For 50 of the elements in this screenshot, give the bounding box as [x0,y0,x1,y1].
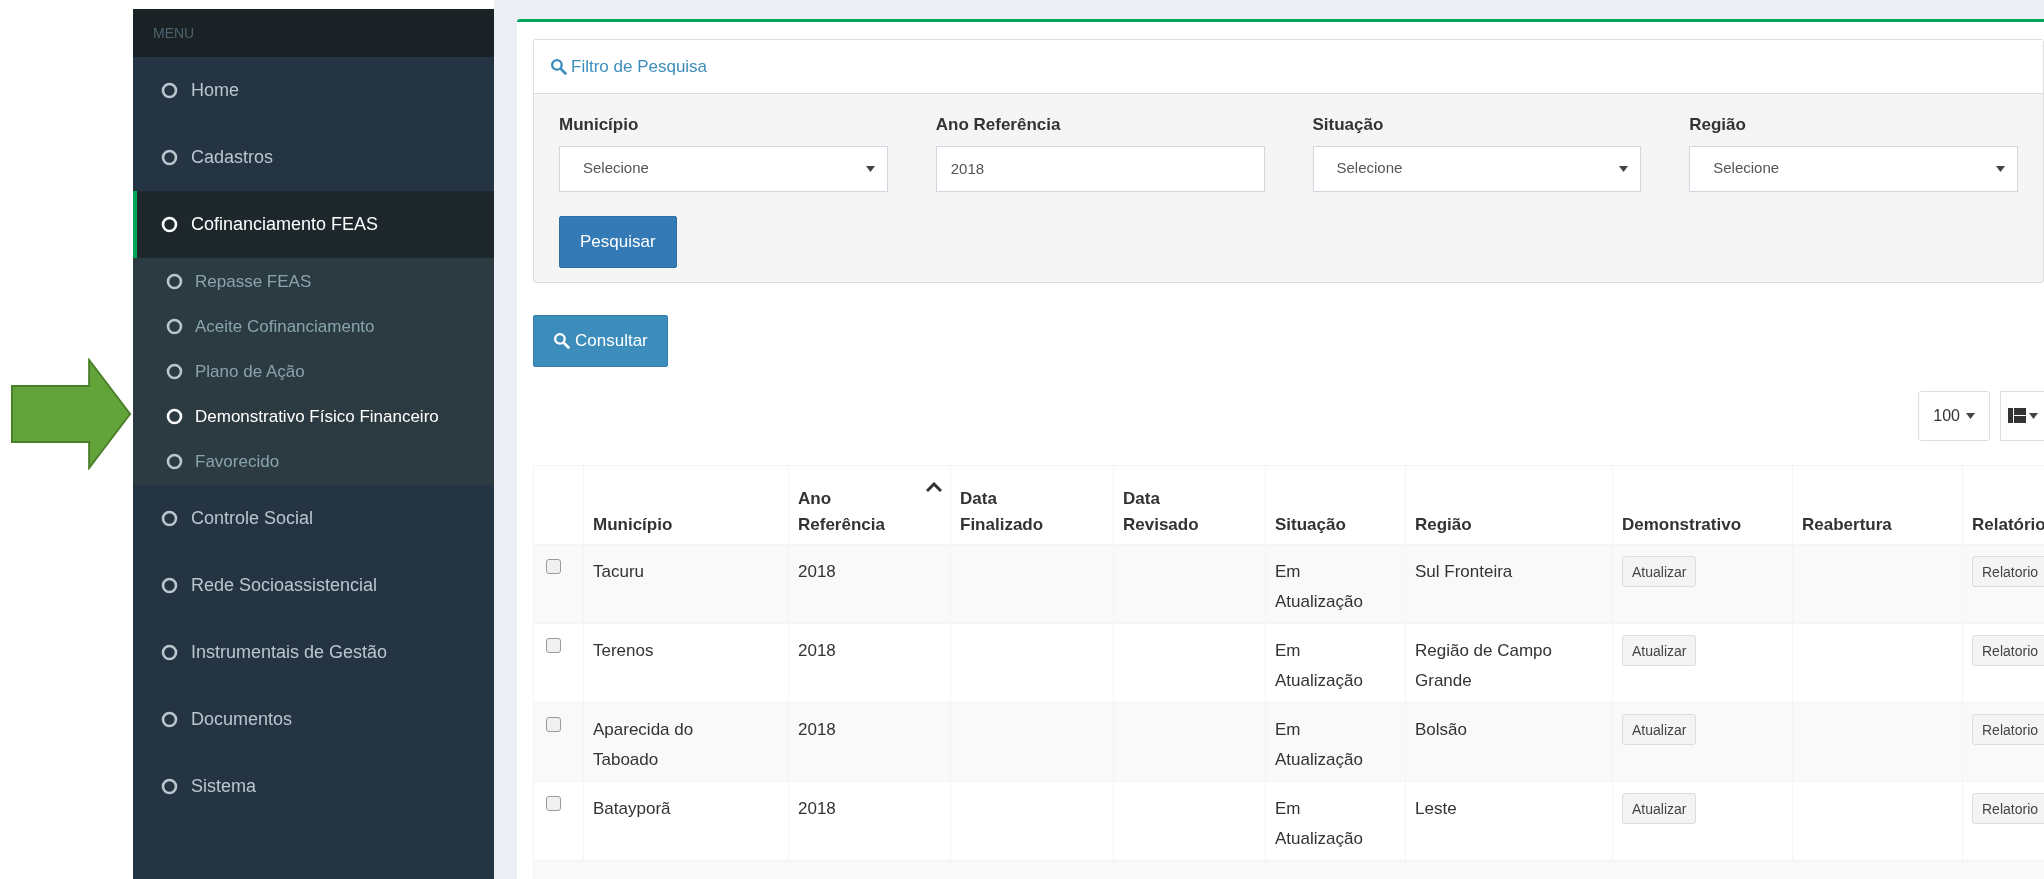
region-text: Região de Campo Grande [1415,640,1553,690]
search-button[interactable]: Pesquisar [559,215,677,268]
report-button[interactable]: Relatorio [1972,634,2044,666]
update-button[interactable]: Atualizar [1622,634,1697,666]
status-text: Em Atualização [1275,639,1364,692]
status-text: Em Atualização [1275,718,1364,771]
select-field[interactable]: Selecione [1689,145,2018,192]
municipality-text: Terenos [593,639,654,662]
year-text: 2018 [798,798,836,818]
menu-item[interactable]: Controle Social [133,485,494,552]
menu-item[interactable]: Documentos [133,686,494,753]
menu-item[interactable]: Cofinanciamento FEAS [133,191,494,258]
region-text: Leste [1415,798,1457,818]
year-text: 2018 [798,719,836,739]
page-size-dropdown[interactable]: 100 [1918,390,1990,441]
update-button[interactable]: Atualizar [1622,792,1697,824]
field-label: Ano Referência [935,114,1062,136]
update-button[interactable]: Atualizar [1622,555,1697,587]
municipality-text: Batayporã [593,797,671,820]
report-button[interactable]: Relatorio [1972,792,2044,824]
field-label: Região [1689,114,1747,136]
menu-item[interactable]: Home [133,57,494,124]
menu-item[interactable]: Cadastros [133,124,494,191]
status-text: Em Atualização [1275,560,1364,613]
year-text: 2018 [798,640,836,660]
menu-item[interactable]: Instrumentais de Gestão [133,619,494,686]
update-button[interactable]: Atualizar [1622,713,1697,745]
submenu-item[interactable]: Demonstrativo Físico Financeiro [133,394,494,439]
panel-title: Filtro de Pesquisa [571,55,708,78]
input-field[interactable]: 2018 [935,145,1265,192]
municipality-text: Aparecida do Taboado [593,718,695,771]
menu-heading: MENU [153,23,195,43]
submenu-item[interactable]: Aceite Cofinanciamento [133,304,494,349]
year-text: 2018 [798,561,836,581]
menu-item[interactable]: Rede Socioassistencial [133,552,494,619]
report-button[interactable]: Relatorio [1972,713,2044,745]
municipality-text: Tacuru [593,560,645,583]
field-label: Município [559,114,640,136]
region-text: Sul Fronteira [1415,561,1513,581]
submenu-item[interactable]: Repasse FEAS [133,259,494,304]
select-field[interactable]: Selecione [1312,145,1642,192]
submenu-item[interactable]: Favorecido [133,439,494,484]
select-field[interactable]: Selecione [559,145,888,192]
field-label: Situação [1312,114,1385,136]
consult-button[interactable]: Consultar [533,314,668,367]
report-button[interactable]: Relatorio [1972,555,2044,587]
submenu-item[interactable]: Plano de Ação [133,349,494,394]
menu-item[interactable]: Sistema [133,753,494,820]
status-text: Em Atualização [1275,797,1364,850]
region-text: Bolsão [1415,719,1467,739]
